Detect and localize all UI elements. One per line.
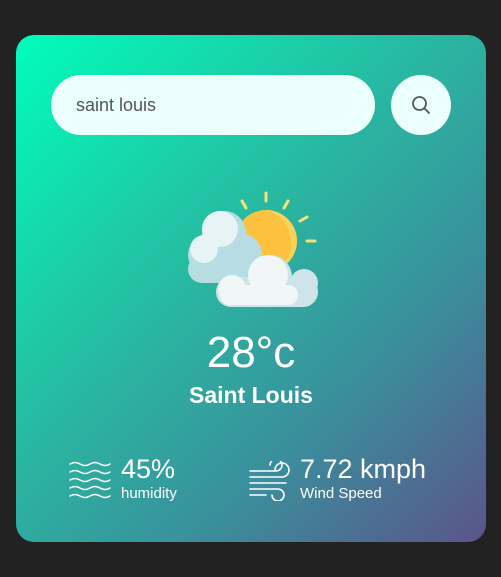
search-icon: [412, 96, 430, 114]
city-name: Saint Louis: [189, 382, 313, 408]
weather-card: 28°c Saint Louis 45% humidity 7.72 km: [16, 35, 486, 542]
wind-detail: 7.72 kmph Wind Speed: [248, 453, 478, 503]
search-bar: [51, 75, 451, 135]
temperature: 28°c: [206, 328, 296, 377]
humidity-waves-icon: [69, 461, 111, 499]
partly-cloudy-icon: [188, 191, 318, 307]
humidity-value: 45%: [121, 454, 176, 484]
search-input[interactable]: [51, 75, 375, 135]
wind-speed-label: Wind Speed: [300, 485, 382, 502]
search-button[interactable]: [391, 75, 451, 135]
wind-speed-value: 7.72 kmph: [300, 454, 427, 484]
wind-icon: [249, 461, 290, 501]
humidity-label: humidity: [121, 485, 177, 502]
humidity-detail: 45% humidity: [69, 453, 239, 503]
